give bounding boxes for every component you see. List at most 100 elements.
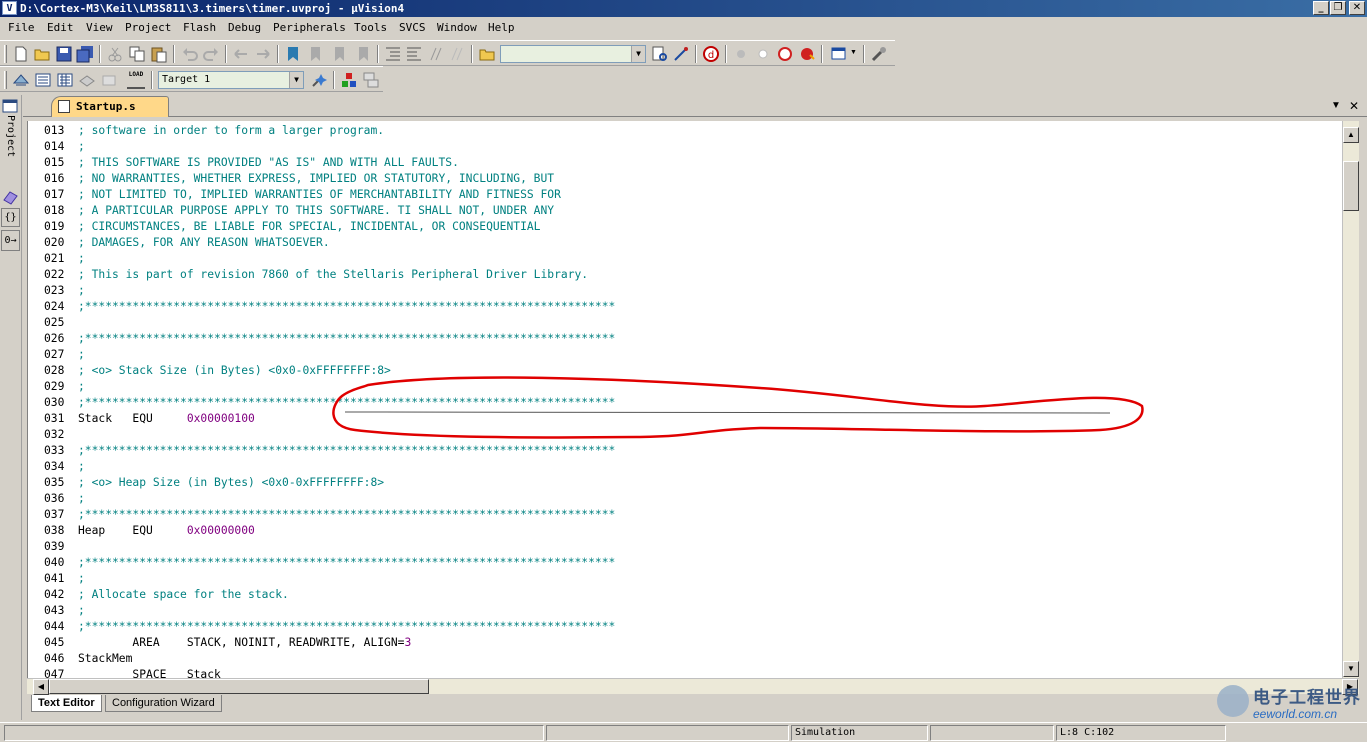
- close-tab-button[interactable]: ✕: [1349, 99, 1359, 113]
- code-line[interactable]: 028 ; <o> Stack Size (in Bytes) <0x0-0xFF…: [28, 363, 1342, 379]
- menu-svcs[interactable]: SVCS: [399, 21, 426, 34]
- restore-button[interactable]: ❐: [1330, 1, 1346, 15]
- code-line[interactable]: 026 ;************************************…: [28, 331, 1342, 347]
- templates-tab[interactable]: 0→: [1, 230, 20, 251]
- code-line[interactable]: 029;: [28, 379, 1342, 395]
- code-line[interactable]: 036;: [28, 491, 1342, 507]
- menu-edit[interactable]: Edit: [47, 21, 74, 34]
- menu-flash[interactable]: Flash: [183, 21, 216, 34]
- menu-help[interactable]: Help: [488, 21, 515, 34]
- configure-icon[interactable]: [870, 45, 888, 63]
- code-line[interactable]: 024 ;************************************…: [28, 299, 1342, 315]
- functions-tab[interactable]: {}: [1, 208, 20, 227]
- code-line[interactable]: 032: [28, 427, 1342, 443]
- indent-icon[interactable]: [384, 45, 402, 63]
- uvision-app-icon[interactable]: V: [2, 1, 17, 15]
- uncomment-icon[interactable]: [448, 45, 466, 63]
- code-line[interactable]: 035 ; <o> Heap Size (in Bytes) <0x0-0xFFF…: [28, 475, 1342, 491]
- project-window-icon[interactable]: [2, 99, 18, 113]
- close-window-button[interactable]: ✕: [1349, 1, 1365, 15]
- save-icon[interactable]: [55, 45, 73, 63]
- code-line[interactable]: 047 SPACE Stack: [28, 667, 1342, 678]
- vertical-scrollbar[interactable]: ▲ ▼: [1342, 121, 1359, 678]
- menu-file[interactable]: File: [8, 21, 35, 34]
- code-line[interactable]: 023;: [28, 283, 1342, 299]
- scroll-thumb[interactable]: [1343, 161, 1359, 211]
- code-line[interactable]: 046 StackMem: [28, 651, 1342, 667]
- unindent-icon[interactable]: [405, 45, 423, 63]
- code-line[interactable]: 025: [28, 315, 1342, 331]
- chevron-down-icon[interactable]: ▼: [631, 46, 645, 62]
- toolbar-grip[interactable]: [4, 71, 7, 89]
- tab-text-editor[interactable]: Text Editor: [31, 695, 102, 712]
- code-line[interactable]: 031 Stack EQU 0x00000100: [28, 411, 1342, 427]
- nav-back-icon[interactable]: [232, 45, 250, 63]
- code-line[interactable]: 019 ; CIRCUMSTANCES, BE LIABLE FOR SPECIA…: [28, 219, 1342, 235]
- download-load-icon[interactable]: LOAD: [127, 71, 145, 89]
- code-line[interactable]: 013 ; software in order to form a larger …: [28, 123, 1342, 139]
- menu-view[interactable]: View: [86, 21, 113, 34]
- menu-project[interactable]: Project: [125, 21, 171, 34]
- code-line[interactable]: 020 ; DAMAGES, FOR ANY REASON WHATSOEVER.: [28, 235, 1342, 251]
- tab-configuration-wizard[interactable]: Configuration Wizard: [105, 695, 222, 712]
- minimize-button[interactable]: _: [1313, 1, 1329, 15]
- nav-forward-icon[interactable]: [254, 45, 272, 63]
- hscroll-thumb[interactable]: [49, 679, 429, 694]
- paste-icon[interactable]: [150, 45, 168, 63]
- bookmark-next-icon[interactable]: [330, 45, 348, 63]
- toolbar-grip[interactable]: [4, 45, 7, 63]
- code-line[interactable]: 040 ;************************************…: [28, 555, 1342, 571]
- build-icon[interactable]: [34, 71, 52, 89]
- debug-session-icon[interactable]: d: [702, 45, 720, 63]
- menu-peripherals[interactable]: Peripherals: [273, 21, 346, 34]
- code-line[interactable]: 015 ; THIS SOFTWARE IS PROVIDED "AS IS" A…: [28, 155, 1342, 171]
- target-options-icon[interactable]: [310, 71, 328, 89]
- redo-icon[interactable]: [202, 45, 220, 63]
- code-line[interactable]: 038 Heap EQU 0x00000000: [28, 523, 1342, 539]
- batch-build-icon[interactable]: [78, 71, 96, 89]
- scroll-left-button[interactable]: ◀: [33, 679, 49, 695]
- code-line[interactable]: 039: [28, 539, 1342, 555]
- project-tab[interactable]: Project: [1, 115, 20, 185]
- breakpoint-kill-all-icon[interactable]: [798, 45, 816, 63]
- code-line[interactable]: 033 ;************************************…: [28, 443, 1342, 459]
- cut-icon[interactable]: [106, 45, 124, 63]
- find-combo[interactable]: ▼: [500, 45, 646, 63]
- breakpoint-enable-icon[interactable]: [754, 45, 772, 63]
- code-line[interactable]: 034;: [28, 459, 1342, 475]
- breakpoint-disable-all-icon[interactable]: [776, 45, 794, 63]
- code-line[interactable]: 022 ; This is part of revision 7860 of th…: [28, 267, 1342, 283]
- menu-debug[interactable]: Debug: [228, 21, 261, 34]
- target-select[interactable]: Target 1 ▼: [158, 71, 304, 89]
- menu-window[interactable]: Window: [437, 21, 477, 34]
- bookmark-toggle-icon[interactable]: [284, 45, 302, 63]
- save-all-icon[interactable]: [76, 45, 94, 63]
- chevron-down-icon[interactable]: ▼: [289, 72, 303, 88]
- code-line[interactable]: 027;: [28, 347, 1342, 363]
- code-line[interactable]: 043;: [28, 603, 1342, 619]
- file-tab-startup[interactable]: Startup.s: [51, 96, 169, 117]
- code-line[interactable]: 037 ;************************************…: [28, 507, 1342, 523]
- code-editor[interactable]: 013 ; software in order to form a larger …: [27, 121, 1342, 678]
- code-line[interactable]: 017 ; NOT LIMITED TO, IMPLIED WARRANTIES …: [28, 187, 1342, 203]
- translate-icon[interactable]: [12, 71, 30, 89]
- open-folder-icon[interactable]: [33, 45, 51, 63]
- find-icon[interactable]: [651, 45, 669, 63]
- horizontal-scrollbar[interactable]: ◀ ▶: [27, 678, 1359, 695]
- code-line[interactable]: 018 ; A PARTICULAR PURPOSE APPLY TO THIS …: [28, 203, 1342, 219]
- copy-icon[interactable]: [128, 45, 146, 63]
- rebuild-icon[interactable]: [56, 71, 74, 89]
- code-line[interactable]: 030 ;************************************…: [28, 395, 1342, 411]
- bookmark-clear-icon[interactable]: [354, 45, 372, 63]
- scroll-down-button[interactable]: ▼: [1343, 661, 1359, 677]
- books-icon[interactable]: [2, 188, 19, 205]
- code-line[interactable]: 021;: [28, 251, 1342, 267]
- incremental-find-icon[interactable]: [672, 45, 690, 63]
- code-line[interactable]: 014;: [28, 139, 1342, 155]
- comment-icon[interactable]: [427, 45, 445, 63]
- find-in-files-icon[interactable]: [478, 45, 496, 63]
- code-line[interactable]: 045 AREA STACK, NOINIT, READWRITE, ALIGN…: [28, 635, 1342, 651]
- code-line[interactable]: 016 ; NO WARRANTIES, WHETHER EXPRESS, IMP…: [28, 171, 1342, 187]
- bookmark-prev-icon[interactable]: [306, 45, 324, 63]
- code-line[interactable]: 041;: [28, 571, 1342, 587]
